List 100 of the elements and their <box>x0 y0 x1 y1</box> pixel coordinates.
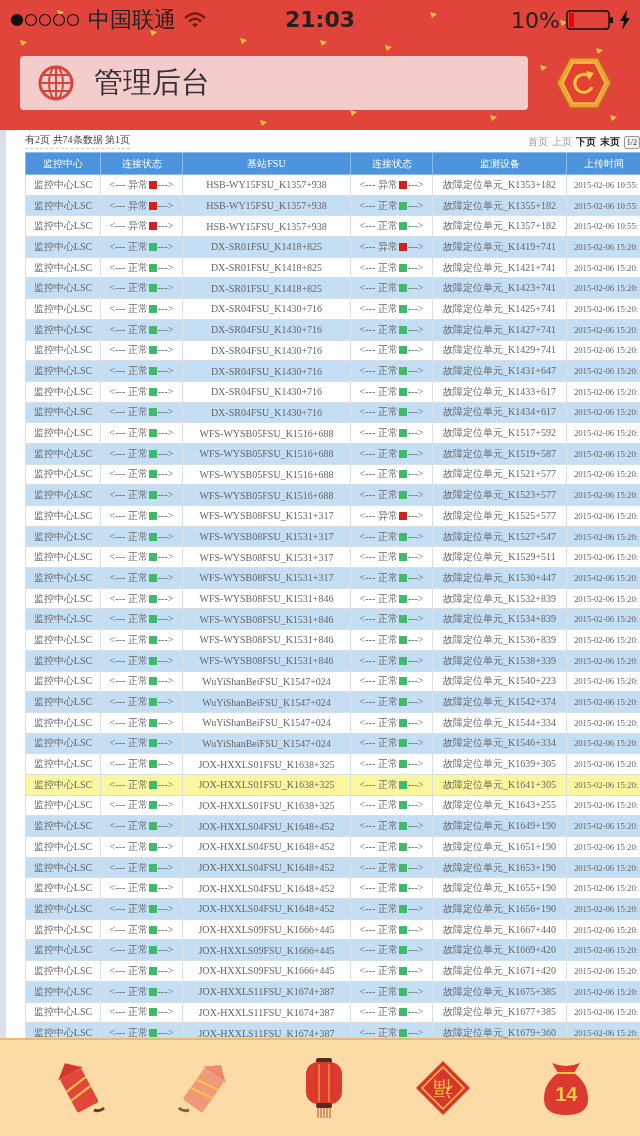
table-row[interactable]: 监控中心LSC <--- 正常 ---> WuYiShanBeiFSU_K1547+024 <--- 正常 ---> 故障定位单元_K1544+334 2015-02-06 15:20: <box>25 712 640 734</box>
table-row[interactable]: 监控中心LSC <--- 正常 ---> WFS-WYSB08FSU_K1531+846 <--- 正常 ---> 故障定位单元_K1532+839 2015-02-06 15:20: <box>25 588 640 609</box>
status-text: <--- 正常 <box>359 302 398 314</box>
table-row[interactable]: 监控中心LSC <--- 正常 ---> DX-SR01FSU_K1418+825 <--- 正常 ---> 故障定位单元_K1423+741 2015-02-06 15:20: <box>25 277 640 299</box>
pagination-link[interactable]: 下页 <box>575 135 596 149</box>
table-row[interactable]: 监控中心LSC <--- 正常 ---> JOX-HXXLS01FSU_K1638+325 <--- 正常 ---> 故障定位单元_K1643+255 2015-02-06 15:20: <box>25 795 640 816</box>
table-cell: 监控中心LSC <box>25 857 101 878</box>
table-row[interactable]: 监控中心LSC <--- 正常 ---> DX-SR04FSU_K1430+716 <--- 正常 ---> 故障定位单元_K1431+647 2015-02-06 15:20: <box>25 360 640 382</box>
status-text: <--- 异常 <box>109 178 148 190</box>
status-text: ---> <box>157 882 174 894</box>
table-row[interactable]: 监控中心LSC <--- 异常 ---> HSB-WY15FSU_K1357+938 <--- 正常 ---> 故障定位单元_K1357+182 2015-02-06 10:55: <box>25 215 640 237</box>
status-text: ---> <box>157 1006 174 1018</box>
status-text: <--- 正常 <box>359 571 398 583</box>
status-text: <--- 正常 <box>359 985 398 997</box>
status-text: <--- 正常 <box>109 385 148 397</box>
status-text: ---> <box>407 427 424 439</box>
table-row[interactable]: 监控中心LSC <--- 正常 ---> DX-SR04FSU_K1430+716 <--- 正常 ---> 故障定位单元_K1429+741 2015-02-06 15:20: <box>25 340 640 361</box>
table-row[interactable]: 监控中心LSC <--- 正常 ---> WFS-WYSB08FSU_K1531+317 <--- 正常 ---> 故障定位单元_K1529+511 2015-02-06 15:20: <box>25 546 640 568</box>
table-row[interactable]: 监控中心LSC <--- 正常 ---> JOX-HXXLS04FSU_K1648+452 <--- 正常 ---> 故障定位单元_K1649+190 2015-02-06 15:20: <box>25 815 640 837</box>
table-row[interactable]: 监控中心LSC <--- 正常 ---> JOX-HXXLS09FSU_K1666+445 <--- 正常 ---> 故障定位单元_K1669+420 2015-02-06 15:20: <box>25 939 640 961</box>
status-text: <--- 正常 <box>359 365 398 377</box>
table-row[interactable]: 监控中心LSC <--- 正常 ---> DX-SR04FSU_K1430+716 <--- 正常 ---> 故障定位单元_K1427+741 2015-02-06 15:20: <box>25 319 640 340</box>
refresh-button[interactable] <box>556 57 612 109</box>
table-row[interactable]: 监控中心LSC <--- 正常 ---> WFS-WYSB08FSU_K1531+846 <--- 正常 ---> 故障定位单元_K1536+839 2015-02-06 15:20: <box>25 629 640 651</box>
table-cell: 监控中心LSC <box>25 381 101 403</box>
status-text: ---> <box>407 696 424 708</box>
table-row[interactable]: 监控中心LSC <--- 正常 ---> JOX-HXXLS04FSU_K1648+452 <--- 正常 ---> 故障定位单元_K1655+190 2015-02-06 15:20: <box>25 877 640 899</box>
status-text: ---> <box>157 220 174 232</box>
table-row[interactable]: 监控中心LSC <--- 正常 ---> JOX-HXXLS01FSU_K1638+325 <--- 正常 ---> 故障定位单元_K1639+305 2015-02-06 15:20: <box>25 753 640 775</box>
table-row[interactable]: 监控中心LSC <--- 正常 ---> WFS-WYSB08FSU_K1531+317 <--- 异常 ---> 故障定位单元_K1525+577 2015-02-06 15:20: <box>25 505 640 527</box>
status-text: <--- 正常 <box>359 840 398 852</box>
status-text: <--- 异常 <box>359 240 398 252</box>
table-row[interactable]: 监控中心LSC <--- 正常 ---> WFS-WYSB05FSU_K1516+688 <--- 正常 ---> 故障定位单元_K1521+577 2015-02-06 15:20: <box>25 464 640 485</box>
status-text: <--- 正常 <box>359 861 398 873</box>
table-row[interactable]: 监控中心LSC <--- 异常 ---> HSB-WY15FSU_K1357+938 <--- 正常 ---> 故障定位单元_K1355+182 2015-02-06 10:55: <box>25 195 640 216</box>
status-text: <--- 正常 <box>109 902 148 914</box>
table-cell: 监控中心LSC <box>25 960 101 982</box>
status-text: ---> <box>157 240 174 252</box>
table-row[interactable]: 监控中心LSC <--- 正常 ---> JOX-HXXLS11FSU_K1674+387 <--- 正常 ---> 故障定位单元_K1675+385 2015-02-06 15:20: <box>25 981 640 1002</box>
table-row[interactable]: 监控中心LSC <--- 正常 ---> JOX-HXXLS04FSU_K1648+452 <--- 正常 ---> 故障定位单元_K1656+190 2015-02-06 15:20: <box>25 898 640 920</box>
table-row[interactable]: 监控中心LSC <--- 正常 ---> JOX-HXXLS04FSU_K1648+452 <--- 正常 ---> 故障定位单元_K1653+190 2015-02-06 15:20: <box>25 857 640 878</box>
status-text: <--- 正常 <box>109 468 148 480</box>
table-row[interactable]: 监控中心LSC <--- 正常 ---> JOX-HXXLS04FSU_K1648+452 <--- 正常 ---> 故障定位单元_K1651+190 2015-02-06 15:20: <box>25 836 640 858</box>
table-row[interactable]: 监控中心LSC <--- 正常 ---> WuYiShanBeiFSU_K1547+024 <--- 正常 ---> 故障定位单元_K1542+374 2015-02-06 15:20: <box>25 691 640 713</box>
status-text: <--- 正常 <box>359 716 398 728</box>
status-text: <--- 正常 <box>109 406 148 418</box>
status-text: ---> <box>407 365 424 377</box>
table-row[interactable]: 监控中心LSC <--- 正常 ---> DX-SR01FSU_K1418+825 <--- 异常 ---> 故障定位单元_K1419+741 2015-02-06 15:20: <box>25 236 640 258</box>
pagination-link[interactable]: 末页 <box>599 135 620 149</box>
table-row[interactable]: 监控中心LSC <--- 正常 ---> DX-SR04FSU_K1430+716 <--- 正常 ---> 故障定位单元_K1433+617 2015-02-06 15:20: <box>25 381 640 403</box>
table-cell: 监控中心LSC <box>25 546 101 568</box>
table-row[interactable]: 监控中心LSC <--- 正常 ---> JOX-HXXLS11FSU_K1674+387 <--- 正常 ---> 故障定位单元_K1677+385 2015-02-06 15:20: <box>25 1002 640 1023</box>
table-row[interactable]: 监控中心LSC <--- 正常 ---> WFS-WYSB05FSU_K1516+688 <--- 正常 ---> 故障定位单元_K1517+592 2015-02-06 15:20: <box>25 422 640 444</box>
column-header: 上传时间 <box>566 152 640 175</box>
status-text: ---> <box>157 551 174 563</box>
table-row[interactable]: 监控中心LSC <--- 正常 ---> DX-SR04FSU_K1430+716 <--- 正常 ---> 故障定位单元_K1434+617 2015-02-06 15:20: <box>25 402 640 423</box>
status-text: <--- 正常 <box>109 654 148 666</box>
lantern-icon[interactable] <box>303 1058 344 1118</box>
column-header: 连接状态 <box>350 152 433 175</box>
page-summary: 有2页 共74条数据 第1页 <box>25 133 130 149</box>
wifi-icon <box>184 12 206 28</box>
table-row[interactable]: 监控中心LSC <--- 正常 ---> DX-SR04FSU_K1430+716 <--- 正常 ---> 故障定位单元_K1425+741 2015-02-06 15:20: <box>25 298 640 320</box>
status-text: ---> <box>157 840 174 852</box>
status-text: ---> <box>157 944 174 956</box>
status-text: ---> <box>157 302 174 314</box>
table-row[interactable]: 监控中心LSC <--- 正常 ---> WFS-WYSB08FSU_K1531+317 <--- 正常 ---> 故障定位单元_K1527+547 2015-02-06 15:20: <box>25 526 640 547</box>
table-row[interactable]: 监控中心LSC <--- 正常 ---> WuYiShanBeiFSU_K1547+024 <--- 正常 ---> 故障定位单元_K1546+334 2015-02-06 15:20: <box>25 733 640 754</box>
table-row[interactable]: 监控中心LSC <--- 正常 ---> JOX-HXXLS09FSU_K1666+445 <--- 正常 ---> 故障定位单元_K1667+440 2015-02-06 15:20: <box>25 919 640 940</box>
status-text: <--- 正常 <box>109 923 148 935</box>
status-text: ---> <box>157 282 174 294</box>
clock-time: 21:03 <box>284 7 356 32</box>
status-text: <--- 正常 <box>359 551 398 563</box>
status-text: ---> <box>407 178 424 190</box>
table-row[interactable]: 监控中心LSC <--- 正常 ---> WuYiShanBeiFSU_K1547+024 <--- 正常 ---> 故障定位单元_K1540+223 2015-02-06 15:20: <box>25 671 640 692</box>
status-text: <--- 正常 <box>359 654 398 666</box>
table-row[interactable]: 监控中心LSC <--- 异常 ---> HSB-WY15FSU_K1357+938 <--- 异常 ---> 故障定位单元_K1353+182 2015-02-06 10:55: <box>25 174 640 196</box>
status-text: <--- 正常 <box>359 902 398 914</box>
status-text: ---> <box>407 882 424 894</box>
status-text: <--- 正常 <box>109 489 148 501</box>
status-text: <--- 正常 <box>109 613 148 625</box>
table-cell: 监控中心LSC <box>25 981 101 1002</box>
status-text: ---> <box>407 240 424 252</box>
status-text: <--- 正常 <box>359 199 398 211</box>
status-text: <--- 正常 <box>359 406 398 418</box>
table-cell: 监控中心LSC <box>25 215 101 237</box>
status-text: <--- 异常 <box>359 509 398 521</box>
status-text: ---> <box>157 365 174 377</box>
status-text: ---> <box>157 820 174 832</box>
page-number-box[interactable]: 1/2 <box>623 135 640 149</box>
table-row[interactable]: 监控中心LSC <--- 正常 ---> WFS-WYSB08FSU_K1531+317 <--- 正常 ---> 故障定位单元_K1530+447 2015-02-06 15:20: <box>25 567 640 589</box>
table-row[interactable]: 监控中心LSC <--- 正常 ---> WFS-WYSB08FSU_K1531+846 <--- 正常 ---> 故障定位单元_K1534+839 2015-02-06 15:20: <box>25 608 640 630</box>
status-text: ---> <box>407 1027 424 1038</box>
table-row[interactable]: 监控中心LSC <--- 正常 ---> JOX-HXXLS01FSU_K1638+325 <--- 正常 ---> 故障定位单元_K1641+305 2015-02-06 15:20: <box>25 774 640 796</box>
table-row[interactable]: 监控中心LSC <--- 正常 ---> WFS-WYSB05FSU_K1516+688 <--- 正常 ---> 故障定位单元_K1519+587 2015-02-06 15:20: <box>25 443 640 465</box>
table-row[interactable]: 监控中心LSC <--- 正常 ---> WFS-WYSB08FSU_K1531+846 <--- 正常 ---> 故障定位单元_K1538+339 2015-02-06 15:20: <box>25 650 640 671</box>
status-text: <--- 正常 <box>359 468 398 480</box>
table-row[interactable]: 监控中心LSC <--- 正常 ---> DX-SR01FSU_K1418+825 <--- 正常 ---> 故障定位单元_K1421+741 2015-02-06 15:20: <box>25 257 640 278</box>
table-row[interactable]: 监控中心LSC <--- 正常 ---> JOX-HXXLS09FSU_K1666+445 <--- 正常 ---> 故障定位单元_K1671+420 2015-02-06 15:20: <box>25 960 640 982</box>
table-row[interactable]: 监控中心LSC <--- 正常 ---> WFS-WYSB05FSU_K1516+688 <--- 正常 ---> 故障定位单元_K1523+577 2015-02-06 15:20: <box>25 484 640 506</box>
status-text: <--- 正常 <box>359 613 398 625</box>
